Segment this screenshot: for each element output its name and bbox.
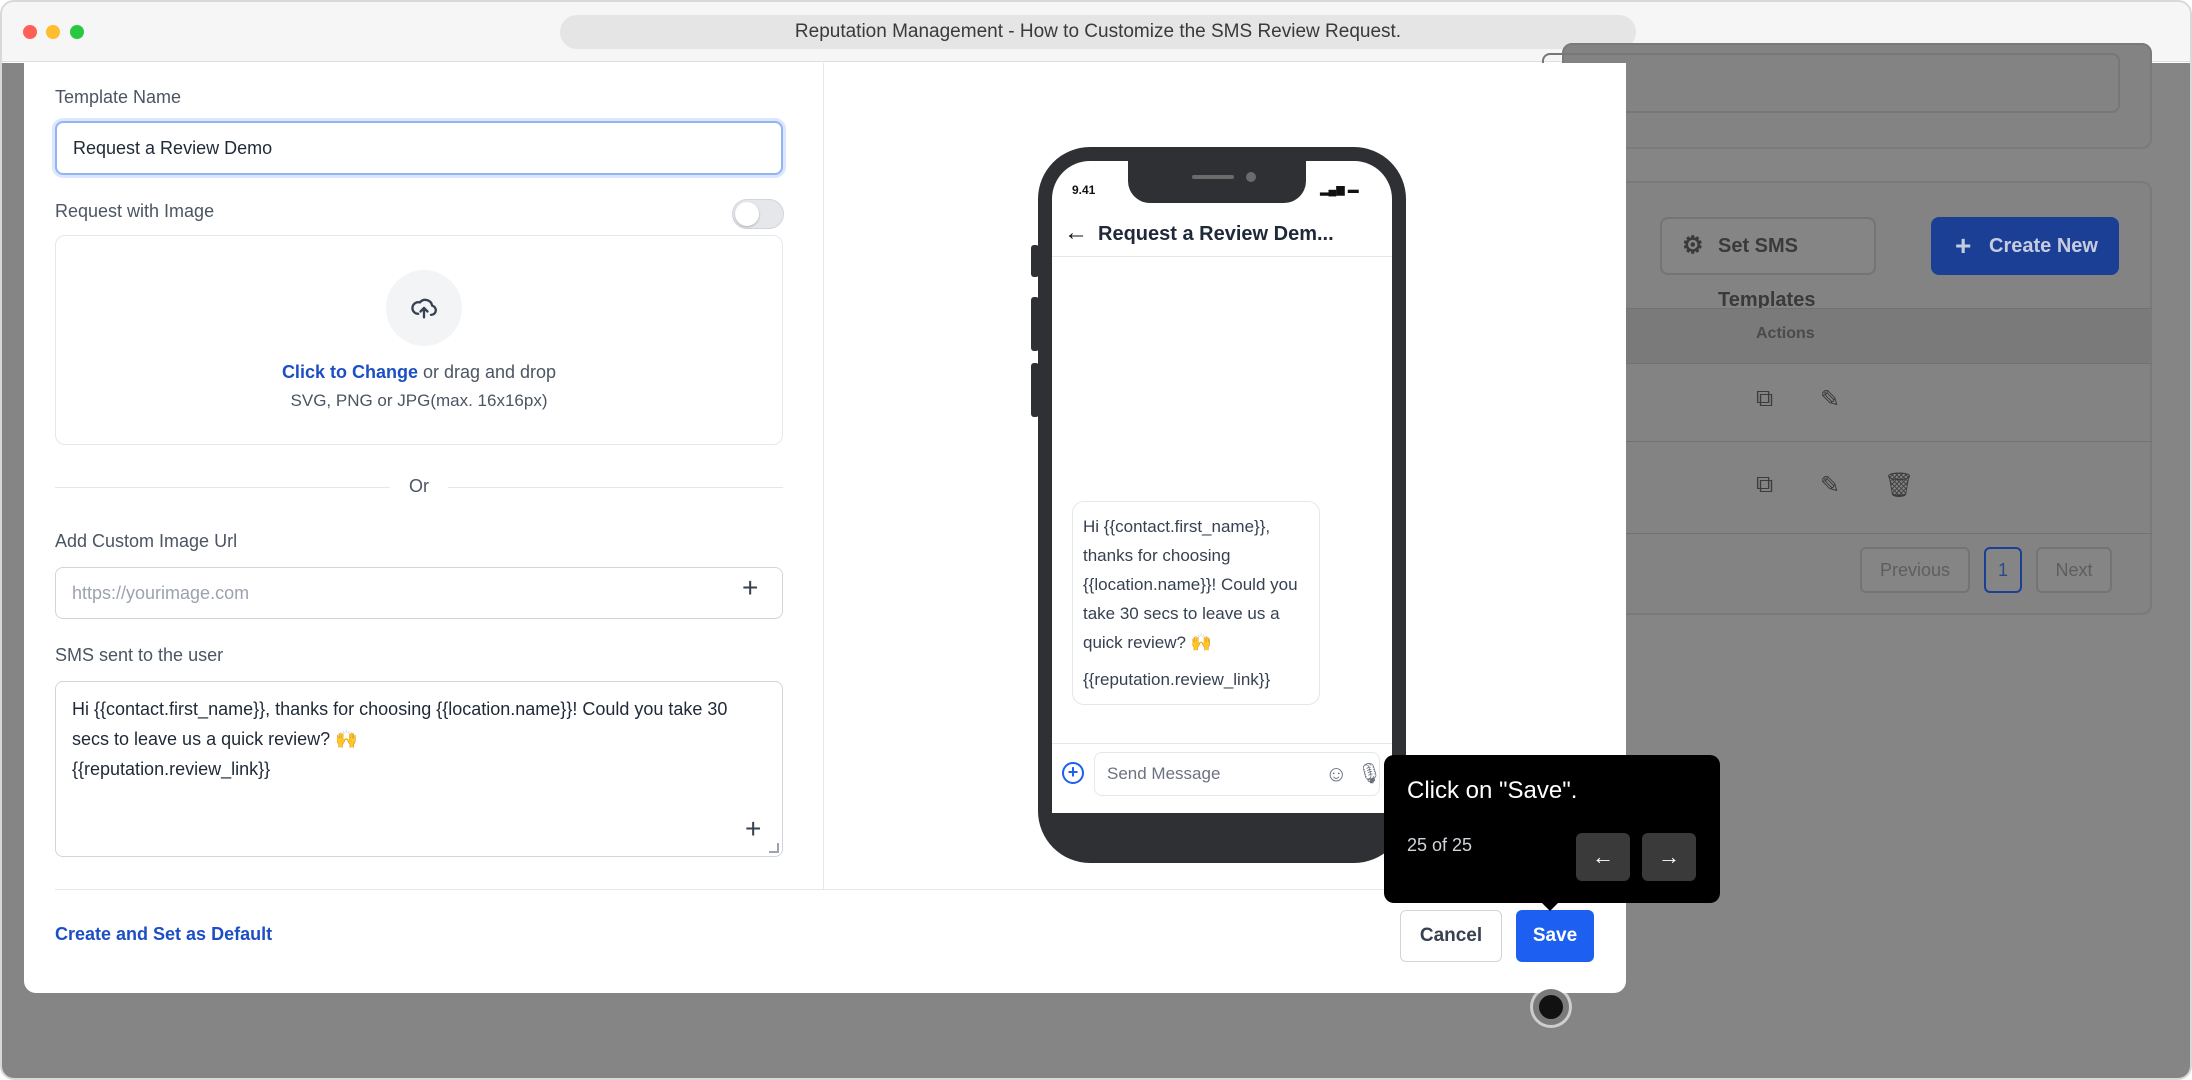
copy-icon[interactable]: ⧉: [1756, 471, 1773, 499]
footer-divider: [55, 889, 1595, 890]
insert-field-plus-icon[interactable]: +: [745, 813, 761, 845]
or-separator: Or: [390, 476, 448, 497]
arrow-right-icon: →: [1658, 844, 1680, 869]
cancel-button[interactable]: Cancel: [1400, 910, 1502, 962]
arrow-left-icon: ←: [1064, 219, 1088, 246]
chat-header: ← Request a Review Dem...: [1052, 211, 1392, 257]
pencil-icon[interactable]: ✎: [1820, 385, 1840, 414]
image-upload-dropzone[interactable]: Click to Change or drag and drop SVG, PN…: [55, 235, 783, 445]
chat-title: Request a Review Dem...: [1098, 223, 1334, 245]
page-content: ⌄ ⚙ Set SMS Templates + Create New Actio…: [2, 43, 2190, 1078]
copy-icon[interactable]: ⧉: [1756, 385, 1773, 413]
phone-side-button: [1031, 363, 1039, 417]
compose-input: Send Message ☺ 🎙: [1094, 752, 1383, 796]
compose-bar: + Send Message ☺ 🎙: [1052, 743, 1392, 803]
cloud-upload-icon: [386, 270, 462, 346]
tooltip-step-counter: 25 of 25: [1407, 835, 1473, 855]
template-name-input[interactable]: Request a Review Demo: [55, 121, 783, 175]
tooltip-instruction: Click on "Save".: [1407, 777, 1578, 804]
phone-notch: [1128, 161, 1306, 203]
tooltip-prev-button[interactable]: ←: [1576, 833, 1630, 881]
custom-image-url-label: Add Custom Image Url: [55, 531, 238, 551]
plus-circle-icon: +: [1062, 762, 1084, 784]
minimize-window-button[interactable]: [46, 25, 60, 39]
compose-placeholder: Send Message: [1107, 764, 1221, 783]
message-link: {{reputation.review_link}}: [1083, 670, 1271, 689]
pagination-next-button[interactable]: Next: [2036, 547, 2112, 593]
custom-image-url-input[interactable]: https://yourimage.com: [55, 567, 783, 619]
close-window-button[interactable]: [23, 25, 37, 39]
request-with-image-toggle[interactable]: [732, 199, 784, 229]
maximize-window-button[interactable]: [70, 25, 84, 39]
row-divider: [1562, 533, 2152, 534]
emoji-icon: ☺: [1325, 761, 1348, 786]
pencil-icon[interactable]: ✎: [1820, 471, 1840, 500]
save-button[interactable]: Save: [1516, 910, 1594, 962]
upload-instructions-rest: or drag and drop: [417, 362, 557, 382]
phone-screen: 9.41 ▂▄▆ ▬ ← Request a Review Dem... Hi …: [1052, 161, 1392, 813]
upload-instructions: Click to Change or drag and drop: [56, 362, 782, 383]
plus-icon: +: [1955, 230, 1972, 261]
message-text: Hi {{contact.first_name}}, thanks for ch…: [1083, 517, 1298, 652]
signal-battery-icon: ▂▄▆ ▬: [1320, 184, 1359, 196]
table-header: [1562, 308, 2152, 364]
phone-preview: 9.41 ▂▄▆ ▬ ← Request a Review Dem... Hi …: [1031, 147, 1406, 863]
message-bubble: Hi {{contact.first_name}}, thanks for ch…: [1072, 501, 1320, 705]
browser-window: Reputation Management - How to Customize…: [0, 0, 2192, 1080]
phone-time: 9.41: [1072, 183, 1096, 197]
resize-handle-icon[interactable]: [769, 843, 779, 853]
phone-side-button: [1031, 297, 1039, 351]
background-select: ⌄: [1542, 53, 2120, 113]
create-and-set-default-link[interactable]: Create and Set as Default: [55, 924, 272, 945]
toggle-knob: [735, 202, 759, 226]
template-name-label: Template Name: [55, 87, 182, 107]
sms-textarea[interactable]: Hi {{contact.first_name}}, thanks for ch…: [55, 681, 783, 857]
set-sms-templates-button[interactable]: ⚙ Set SMS Templates: [1660, 217, 1876, 311]
add-url-plus-icon[interactable]: +: [742, 572, 758, 604]
sms-label: SMS sent to the user: [55, 645, 224, 665]
actions-column-header: Actions: [1756, 325, 1815, 342]
tooltip-pointer: [1540, 901, 1560, 911]
template-form: Template Name Request a Review Demo Requ…: [24, 63, 824, 889]
row-divider: [1562, 441, 2152, 442]
guide-tooltip: Click on "Save". 25 of 25 ← →: [1384, 755, 1720, 911]
microphone-icon: 🎙: [1357, 763, 1383, 785]
click-to-change-link[interactable]: Click to Change: [282, 362, 418, 382]
window-title: Reputation Management - How to Customize…: [560, 15, 1636, 49]
click-indicator: [1533, 989, 1569, 1025]
arrow-left-icon: ←: [1592, 844, 1614, 869]
request-with-image-label: Request with Image: [55, 201, 215, 221]
pagination-previous-button[interactable]: Previous: [1860, 547, 1970, 593]
create-new-button[interactable]: + Create New: [1931, 217, 2119, 275]
phone-side-button: [1031, 245, 1039, 277]
gear-icon: ⚙: [1682, 232, 1704, 259]
upload-hint: SVG, PNG or JPG(max. 16x16px): [290, 391, 548, 410]
pagination-page-button[interactable]: 1: [1984, 547, 2022, 593]
trash-icon[interactable]: 🗑: [1884, 471, 1914, 500]
tooltip-next-button[interactable]: →: [1642, 833, 1696, 881]
